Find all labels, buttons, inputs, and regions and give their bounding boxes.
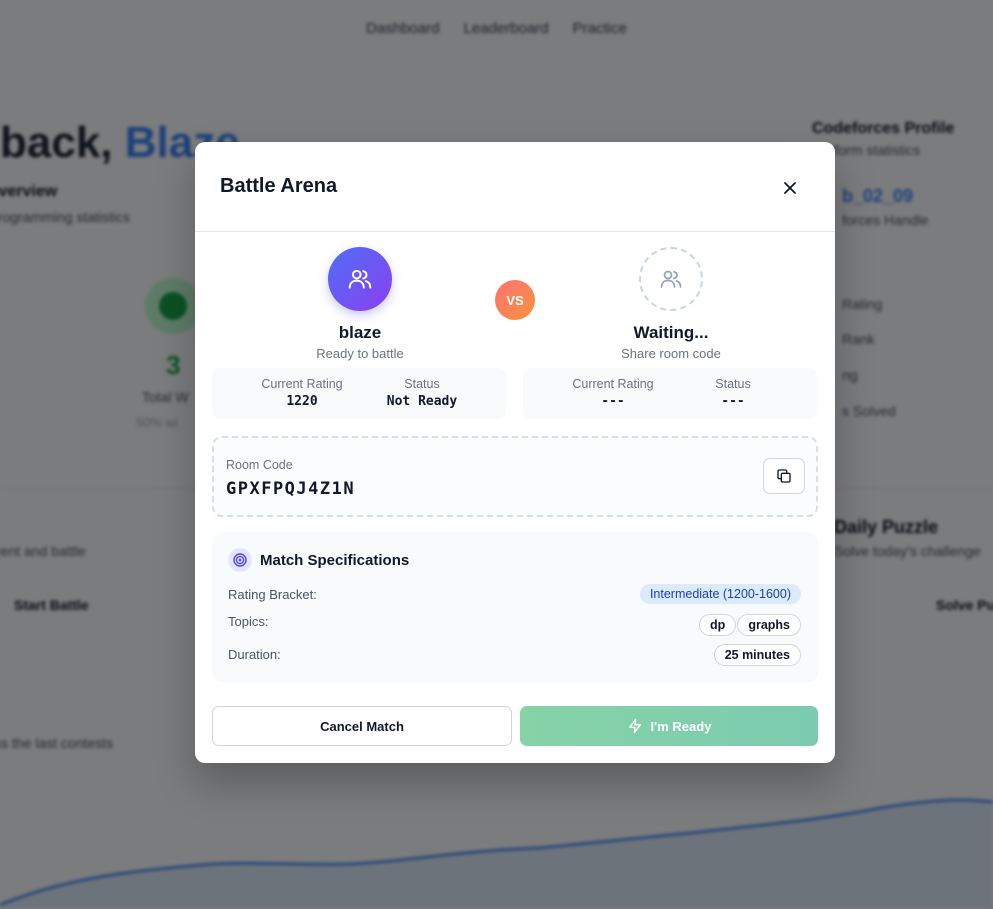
room-code-box: Room Code GPXFPQJ4Z1N (212, 436, 818, 517)
rating-value: --- (601, 394, 625, 409)
battle-arena-modal: Battle Arena blaze Ready to battle VS Wa… (195, 142, 835, 763)
users-icon (348, 269, 372, 289)
player-two-rating: Current Rating --- (553, 377, 673, 409)
modal-header: Battle Arena (195, 142, 835, 232)
status-value: Not Ready (386, 394, 458, 409)
room-code-value[interactable]: GPXFPQJ4Z1N (226, 479, 355, 499)
status-label: Status (404, 377, 440, 391)
ready-button[interactable]: I'm Ready (520, 706, 818, 746)
copy-icon (777, 469, 791, 483)
status-value: --- (721, 394, 745, 409)
users-icon (660, 270, 682, 288)
close-icon (784, 182, 796, 194)
player-two-status: Status --- (673, 377, 793, 409)
topic-chip-dp: dp (699, 614, 737, 636)
player-one-status: Status Not Ready (362, 377, 482, 409)
topic-chip-graphs: graphs (737, 614, 801, 636)
player-two-stats: Current Rating --- Status --- (523, 368, 817, 419)
player-two-name: Waiting... (633, 323, 709, 342)
rating-bracket-label: Rating Bracket: (228, 587, 317, 602)
duration-label: Duration: (228, 647, 281, 662)
player-one-avatar (328, 247, 392, 311)
topics-label: Topics: (228, 614, 269, 629)
cancel-match-button[interactable]: Cancel Match (212, 706, 512, 746)
target-icon (228, 548, 252, 572)
player-one-rating: Current Rating 1220 (242, 377, 362, 409)
player-two-card: Waiting... Share room code (523, 247, 819, 361)
match-specifications-title: Match Specifications (260, 552, 410, 569)
close-button[interactable] (778, 176, 802, 200)
rating-bracket-badge: Intermediate (1200-1600) (639, 584, 801, 604)
match-specifications-panel: Match Specifications Rating Bracket: Int… (212, 532, 818, 682)
player-one-subtitle: Ready to battle (316, 346, 404, 361)
player-two-avatar-placeholder (639, 247, 703, 311)
rating-value: 1220 (286, 394, 318, 409)
rating-label: Current Rating (572, 377, 654, 391)
copy-room-code-button[interactable] (763, 458, 805, 494)
ready-button-label: I'm Ready (650, 718, 712, 734)
room-code-label: Room Code (226, 458, 293, 472)
player-one-stats: Current Rating 1220 Status Not Ready (212, 368, 506, 419)
player-one-card: blaze Ready to battle (212, 247, 508, 361)
rating-label: Current Rating (261, 377, 343, 391)
duration-badge: 25 minutes (713, 644, 801, 666)
status-label: Status (715, 377, 751, 391)
modal-title: Battle Arena (220, 175, 338, 197)
player-two-subtitle: Share room code (621, 346, 721, 361)
lightning-icon (628, 718, 641, 734)
player-one-name: blaze (338, 323, 382, 342)
